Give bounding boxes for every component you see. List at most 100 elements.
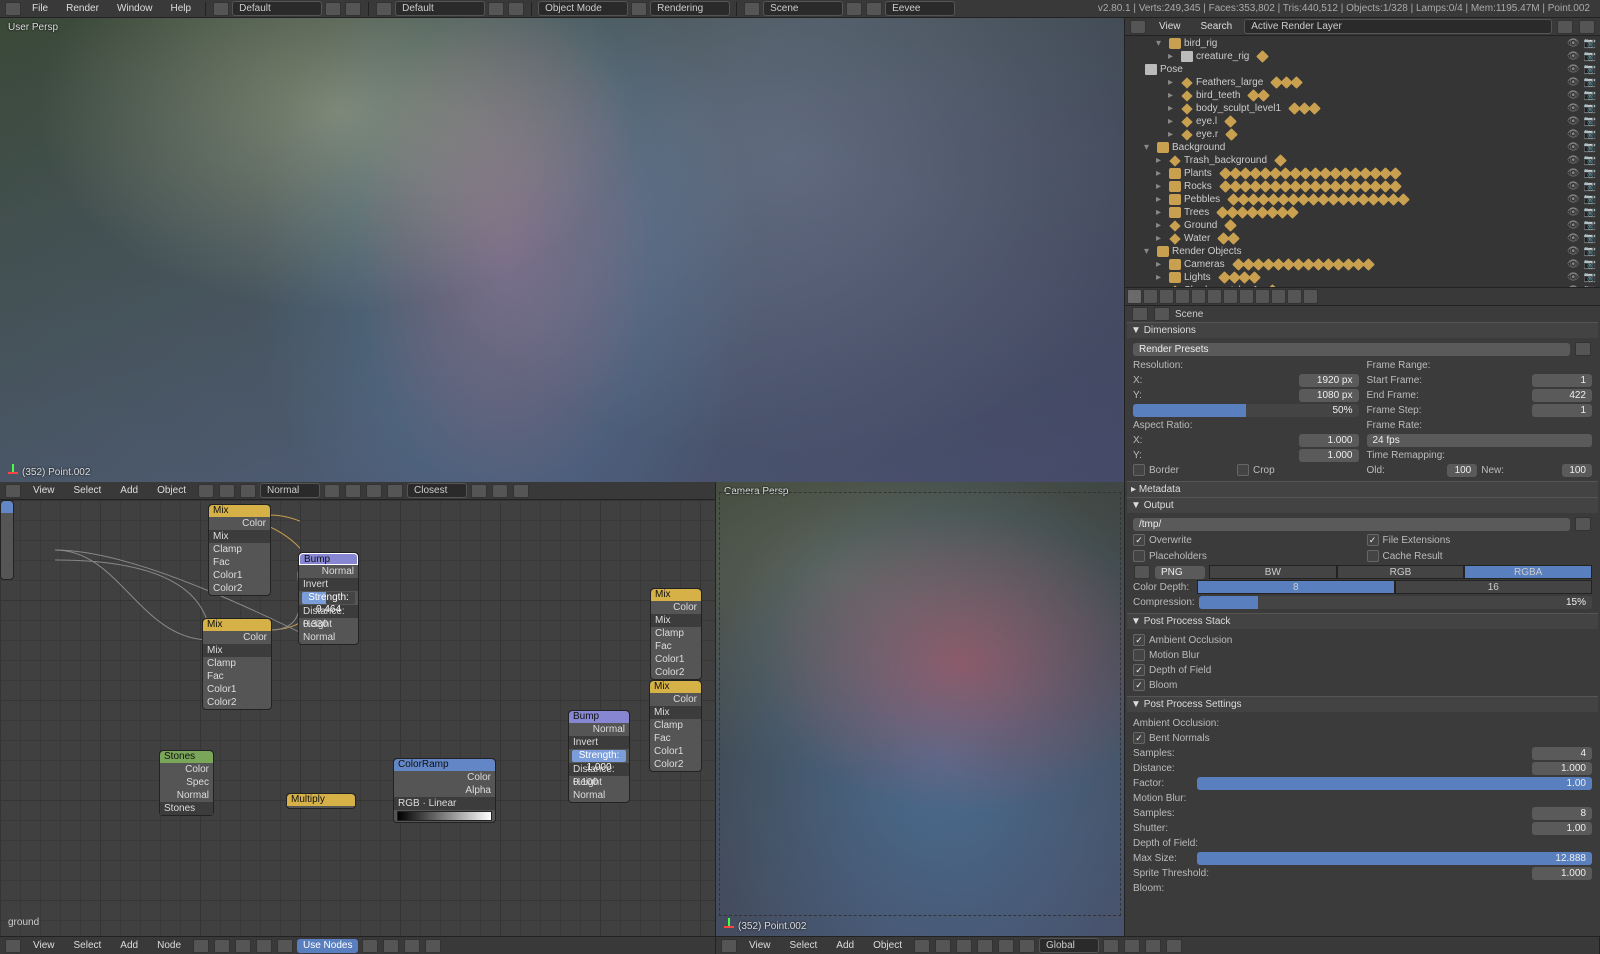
sb2-i9[interactable] bbox=[1145, 939, 1161, 953]
visibility-toggles[interactable]: 👁📷 bbox=[1567, 128, 1596, 141]
dof-max[interactable]: 12.888 bbox=[1197, 852, 1592, 865]
visibility-toggles[interactable]: 👁📷 bbox=[1567, 115, 1596, 128]
node-mix-1[interactable]: Mix Color Mix Clamp Fac Color1 Color2 bbox=[208, 504, 271, 596]
filter-icon-2[interactable] bbox=[1579, 20, 1595, 34]
format-icon[interactable] bbox=[1134, 565, 1150, 579]
menu-window[interactable]: Window bbox=[109, 1, 161, 16]
filter-icon[interactable] bbox=[1557, 20, 1573, 34]
pin-icon[interactable] bbox=[1132, 307, 1148, 321]
tab-object[interactable] bbox=[1191, 289, 1206, 304]
chk-overwrite[interactable] bbox=[1133, 534, 1145, 546]
tab-data[interactable] bbox=[1239, 289, 1254, 304]
scene-icon[interactable] bbox=[744, 2, 760, 16]
tree-row[interactable]: ▸eye.l👁📷 bbox=[1125, 115, 1600, 128]
out-menu-view[interactable]: View bbox=[1151, 19, 1189, 34]
sb2-i3[interactable] bbox=[956, 939, 972, 953]
expand-icon[interactable]: ▾ bbox=[1156, 37, 1166, 50]
shading-select[interactable]: Rendering bbox=[650, 1, 730, 16]
expand-icon[interactable]: ▸ bbox=[1156, 271, 1166, 284]
sb-i8[interactable] bbox=[404, 939, 420, 953]
workspace-icon[interactable] bbox=[376, 2, 392, 16]
visibility-toggles[interactable]: 👁📷 bbox=[1567, 102, 1596, 115]
format[interactable]: PNG bbox=[1155, 566, 1205, 579]
sb2-menu-object[interactable]: Object bbox=[865, 938, 910, 953]
chk-bent[interactable] bbox=[1133, 732, 1145, 744]
visibility-toggles[interactable]: 👁📷 bbox=[1567, 180, 1596, 193]
sb2-i10[interactable] bbox=[1166, 939, 1182, 953]
add-icon-2[interactable] bbox=[488, 2, 504, 16]
tab-render-layers[interactable] bbox=[1143, 289, 1158, 304]
sb2-menu-add[interactable]: Add bbox=[828, 938, 862, 953]
chk-cache[interactable] bbox=[1367, 550, 1379, 562]
tree-row[interactable]: ▸Rocks👁📷 bbox=[1125, 180, 1600, 193]
expand-icon[interactable]: ▸ bbox=[1168, 128, 1178, 141]
expand-icon[interactable]: ▸ bbox=[1156, 167, 1166, 180]
tab-world[interactable] bbox=[1175, 289, 1190, 304]
sb-editor-icon[interactable] bbox=[5, 939, 21, 953]
visibility-toggles[interactable]: 👁📷 bbox=[1567, 37, 1596, 50]
chk-placeholders[interactable] bbox=[1133, 550, 1145, 562]
ne-shading[interactable]: Normal bbox=[260, 483, 320, 498]
ne-icon-5[interactable] bbox=[345, 484, 361, 498]
viewport-3d[interactable]: User Persp (352) Point.002 bbox=[0, 18, 1124, 482]
folder-icon[interactable] bbox=[1575, 517, 1591, 531]
node-multiply[interactable]: Multiply bbox=[286, 793, 356, 809]
scene-add-icon[interactable] bbox=[846, 2, 862, 16]
sb2-i8[interactable] bbox=[1124, 939, 1140, 953]
frame-step[interactable]: 1 bbox=[1532, 404, 1592, 417]
node-input[interactable] bbox=[0, 500, 14, 580]
visibility-toggles[interactable]: 👁📷 bbox=[1567, 154, 1596, 167]
output-path[interactable]: /tmp/ bbox=[1133, 518, 1570, 531]
visibility-toggles[interactable]: 👁📷 bbox=[1567, 141, 1596, 154]
scene-select[interactable]: Scene bbox=[763, 1, 843, 16]
sb-menu-node[interactable]: Node bbox=[149, 938, 189, 953]
tab-modifier[interactable] bbox=[1223, 289, 1238, 304]
close-icon-2[interactable] bbox=[508, 2, 524, 16]
tree-row[interactable]: ▸Trees👁📷 bbox=[1125, 206, 1600, 219]
tree-row[interactable]: ▾Render Objects👁📷 bbox=[1125, 245, 1600, 258]
screen-layout-2[interactable]: Default bbox=[395, 1, 485, 16]
expand-icon[interactable]: ▸ bbox=[1156, 193, 1166, 206]
remap-old[interactable]: 100 bbox=[1447, 464, 1477, 477]
add-icon[interactable] bbox=[325, 2, 341, 16]
tree-row[interactable]: ▸Cameras👁📷 bbox=[1125, 258, 1600, 271]
menu-render[interactable]: Render bbox=[58, 1, 107, 16]
color-mode[interactable]: BWRGBRGBA bbox=[1209, 565, 1592, 579]
scene-close-icon[interactable] bbox=[866, 2, 882, 16]
tree-row[interactable]: ▾Background👁📷 bbox=[1125, 141, 1600, 154]
expand-icon[interactable]: ▸ bbox=[1168, 89, 1178, 102]
visibility-toggles[interactable]: 👁📷 bbox=[1567, 193, 1596, 206]
tree-row[interactable]: ▸Trash_background👁📷 bbox=[1125, 154, 1600, 167]
expand-icon[interactable]: ▸ bbox=[1168, 115, 1178, 128]
preset-add-icon[interactable] bbox=[1575, 342, 1591, 356]
sb2-i1[interactable] bbox=[914, 939, 930, 953]
panel-pps[interactable]: ▼ Post Process Stack bbox=[1127, 613, 1598, 629]
sb2-editor-icon[interactable] bbox=[721, 939, 737, 953]
chk-crop[interactable] bbox=[1237, 464, 1249, 476]
visibility-toggles[interactable]: 👁📷 bbox=[1567, 232, 1596, 245]
app-icon[interactable] bbox=[5, 2, 21, 16]
expand-icon[interactable]: ▸ bbox=[1168, 76, 1178, 89]
camera-viewport[interactable]: Camera Persp (352) Point.002 bbox=[716, 482, 1124, 936]
visibility-toggles[interactable]: 👁📷 bbox=[1567, 76, 1596, 89]
screen-icon[interactable] bbox=[213, 2, 229, 16]
sb2-menu-select[interactable]: Select bbox=[782, 938, 826, 953]
tree-row[interactable]: ▾bird_rig👁📷 bbox=[1125, 37, 1600, 50]
outliner-type-icon[interactable] bbox=[1130, 20, 1146, 34]
ne-icon-6[interactable] bbox=[366, 484, 382, 498]
sb-i9[interactable] bbox=[425, 939, 441, 953]
tree-row[interactable]: ▸Plants👁📷 bbox=[1125, 167, 1600, 180]
sb-i2[interactable] bbox=[214, 939, 230, 953]
visibility-toggles[interactable]: 👁📷 bbox=[1567, 219, 1596, 232]
out-menu-search[interactable]: Search bbox=[1193, 19, 1241, 34]
tree-row[interactable]: ▸eye.r👁📷 bbox=[1125, 128, 1600, 141]
sb-i5[interactable] bbox=[277, 939, 293, 953]
expand-icon[interactable]: ▸ bbox=[1168, 50, 1178, 63]
editor-type-icon[interactable] bbox=[5, 484, 21, 498]
remap-new[interactable]: 100 bbox=[1562, 464, 1592, 477]
use-nodes-toggle[interactable]: Use Nodes bbox=[297, 939, 358, 953]
tab-physics[interactable] bbox=[1303, 289, 1318, 304]
node-canvas[interactable]: Mix Color Mix Clamp Fac Color1 Color2 Bu… bbox=[0, 500, 715, 936]
visibility-toggles[interactable]: 👁📷 bbox=[1567, 89, 1596, 102]
visibility-toggles[interactable]: 👁📷 bbox=[1567, 50, 1596, 63]
